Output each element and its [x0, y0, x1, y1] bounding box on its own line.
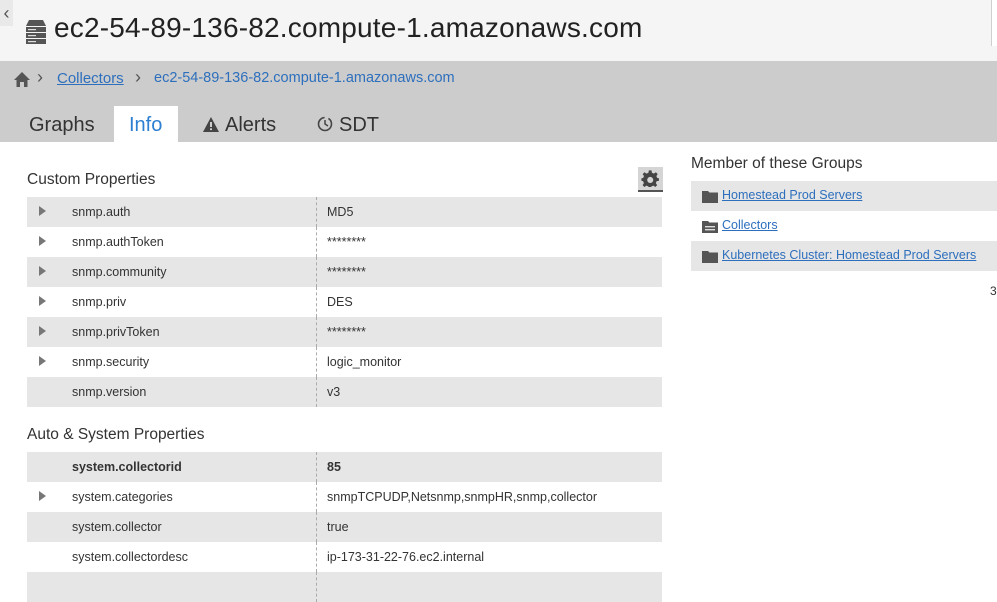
property-row[interactable]: snmp.authToken ******** — [27, 227, 662, 257]
warning-icon — [203, 117, 219, 132]
property-name: system.collectorid — [72, 460, 182, 474]
property-value: 85 — [327, 460, 341, 474]
expand-arrow-icon[interactable] — [39, 491, 46, 501]
property-value: true — [327, 520, 349, 534]
tab-alerts[interactable]: Alerts — [203, 106, 276, 142]
property-row-partial[interactable] — [27, 572, 662, 602]
property-value: ******** — [327, 265, 366, 279]
home-icon[interactable] — [13, 71, 31, 88]
expand-arrow-icon[interactable] — [39, 326, 46, 336]
property-value: snmpTCPUDP,Netsnmp,snmpHR,snmp,collector — [327, 490, 597, 504]
property-name: system.categories — [72, 490, 173, 504]
property-row[interactable]: snmp.security logic_monitor — [27, 347, 662, 377]
server-icon — [26, 20, 46, 44]
tab-label: Graphs — [29, 114, 95, 136]
column-divider — [316, 542, 317, 572]
column-divider — [316, 287, 317, 317]
column-divider — [316, 512, 317, 542]
property-row[interactable]: snmp.community ******** — [27, 257, 662, 287]
property-row[interactable]: system.collectordesc ip-173-31-22-76.ec2… — [27, 542, 662, 572]
property-name: snmp.community — [72, 265, 167, 279]
column-divider — [316, 482, 317, 512]
column-divider — [316, 377, 317, 407]
property-name: snmp.authToken — [72, 235, 164, 249]
group-link[interactable]: Homestead Prod Servers — [722, 188, 862, 202]
truncated-text: 3 — [990, 284, 997, 298]
clock-icon — [317, 116, 333, 132]
column-divider — [316, 347, 317, 377]
folder-icon — [702, 191, 718, 203]
property-row[interactable]: snmp.priv DES — [27, 287, 662, 317]
property-name: system.collectordesc — [72, 550, 189, 564]
group-item: Homestead Prod Servers — [691, 181, 997, 211]
property-value: logic_monitor — [327, 355, 402, 369]
property-row[interactable]: snmp.privToken ******** — [27, 317, 662, 347]
system-properties-table: system.collectorid 85 system.categories … — [27, 452, 662, 602]
collector-folder-icon — [702, 221, 718, 233]
tab-sdt[interactable]: SDT — [317, 106, 379, 142]
property-name: snmp.version — [72, 385, 147, 399]
property-value: ******** — [327, 235, 366, 249]
group-link[interactable]: Kubernetes Cluster: Homestead Prod Serve… — [722, 248, 976, 262]
breadcrumb-current: ec2-54-89-136-82.compute-1.amazonaws.com — [154, 70, 455, 86]
property-value: ******** — [327, 325, 366, 339]
property-name: snmp.security — [72, 355, 150, 369]
groups-heading: Member of these Groups — [691, 155, 863, 172]
tab-label: SDT — [339, 114, 379, 136]
expand-arrow-icon[interactable] — [39, 356, 46, 366]
group-item: Collectors — [691, 211, 997, 241]
column-divider — [316, 572, 317, 602]
collapse-panel-button[interactable]: ‹ — [0, 0, 13, 26]
expand-arrow-icon[interactable] — [39, 206, 46, 216]
expand-arrow-icon[interactable] — [39, 236, 46, 246]
property-name: system.collector — [72, 520, 162, 534]
settings-button[interactable] — [638, 167, 663, 192]
property-value: MD5 — [327, 205, 354, 219]
property-name: snmp.priv — [72, 295, 127, 309]
custom-properties-heading: Custom Properties — [27, 171, 156, 188]
property-row[interactable]: snmp.auth MD5 — [27, 197, 662, 227]
right-panel-edge — [991, 0, 997, 46]
group-link[interactable]: Collectors — [722, 218, 778, 232]
breadcrumb-collectors-link[interactable]: Collectors — [57, 70, 124, 87]
system-properties-heading: Auto & System Properties — [27, 426, 205, 443]
tab-label: Alerts — [225, 114, 277, 136]
property-value: v3 — [327, 385, 341, 399]
property-row[interactable]: snmp.version v3 — [27, 377, 662, 407]
group-item: Kubernetes Cluster: Homestead Prod Serve… — [691, 241, 997, 271]
column-divider — [316, 452, 317, 482]
property-value: DES — [327, 295, 353, 309]
column-divider — [316, 197, 317, 227]
column-divider — [316, 227, 317, 257]
tab-info[interactable]: Info — [114, 106, 178, 142]
gear-icon — [641, 170, 659, 188]
title-bar: ‹ ec2-54-89-136-82.compute-1.amazonaws.c… — [0, 0, 997, 61]
folder-icon — [702, 251, 718, 263]
property-value: ip-173-31-22-76.ec2.internal — [327, 550, 485, 564]
property-row[interactable]: system.collector true — [27, 512, 662, 542]
expand-arrow-icon[interactable] — [39, 266, 46, 276]
expand-arrow-icon[interactable] — [39, 296, 46, 306]
breadcrumb-separator: › — [135, 67, 141, 87]
property-row[interactable]: system.collectorid 85 — [27, 452, 662, 482]
property-name: snmp.privToken — [72, 325, 160, 339]
page-title: ec2-54-89-136-82.compute-1.amazonaws.com — [54, 12, 643, 43]
column-divider — [316, 317, 317, 347]
breadcrumb-separator: › — [37, 67, 43, 87]
tab-label: Info — [129, 114, 163, 136]
custom-properties-table: snmp.auth MD5 snmp.authToken ******** sn… — [27, 197, 662, 407]
property-name: snmp.auth — [72, 205, 131, 219]
column-divider — [316, 257, 317, 287]
property-row[interactable]: system.categories snmpTCPUDP,Netsnmp,snm… — [27, 482, 662, 512]
tab-graphs[interactable]: Graphs — [29, 106, 95, 142]
